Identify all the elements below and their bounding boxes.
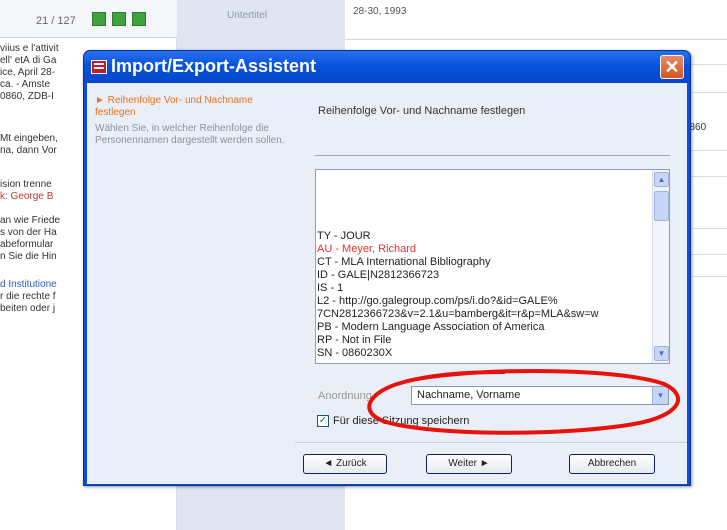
app-icon	[91, 60, 107, 74]
dialog-titlebar[interactable]: Import/Export-Assistent ✕	[84, 51, 690, 83]
save-for-session-checkbox[interactable]: ✓ Für diese Sitzung speichern	[317, 415, 470, 428]
save-for-session-label: Für diese Sitzung speichern	[333, 415, 470, 427]
preview-line: TY - JOUR	[317, 230, 371, 242]
page-heading: Reihenfolge Vor- und Nachname festlegen	[318, 105, 526, 117]
previous-page-icon[interactable]	[112, 12, 126, 26]
scroll-thumb[interactable]	[654, 191, 669, 221]
checkbox-check-icon[interactable]: ✓	[317, 415, 329, 428]
back-button[interactable]: ◄ Zurück	[303, 454, 387, 474]
preview-line: ID - GALE|N2812366723	[317, 269, 440, 281]
divider	[315, 155, 670, 156]
date-field[interactable]: 28-30, 1993	[345, 0, 727, 40]
record-preview-textarea[interactable]: TY - JOUR AU - Meyer, Richard CT - MLA Int…	[315, 169, 670, 364]
record-count: 21 / 127	[36, 15, 76, 27]
preview-line: 7CN2812366723&v=2.1&u=bamberg&it=r&p=MLA…	[317, 308, 599, 320]
preview-line: RP - Not in File	[317, 334, 392, 346]
preview-line: IS - 1	[317, 282, 344, 294]
date-value: 28-30, 1993	[353, 6, 407, 17]
scroll-down-icon[interactable]: ▼	[654, 346, 669, 361]
wizard-steps-panel: ► Reihenfolge Vor- und Nachname festlege…	[87, 83, 292, 484]
order-label: Anordnung	[318, 390, 372, 402]
name-order-select[interactable]: Nachname, Vorname ▼	[411, 386, 669, 405]
close-icon[interactable]: ✕	[660, 55, 684, 79]
first-page-icon[interactable]	[92, 12, 106, 26]
next-page-icon[interactable]	[132, 12, 146, 26]
preview-lines: TY - JOUR AU - Meyer, Richard CT - MLA Int…	[317, 230, 647, 360]
preview-line: CT - MLA International Bibliography	[317, 256, 491, 268]
import-export-wizard-dialog: Import/Export-Assistent ✕ ► Reihenfolge …	[83, 50, 691, 486]
preview-line: PB - Modern Language Association of Amer…	[317, 321, 545, 333]
preview-line: SN - 0860230X	[317, 347, 393, 359]
wizard-content-panel: Reihenfolge Vor- und Nachname festlegen …	[295, 83, 687, 484]
dialog-body: ► Reihenfolge Vor- und Nachname festlege…	[87, 83, 687, 484]
preview-line: AU - Meyer, Richard	[317, 243, 417, 255]
name-order-value: Nachname, Vorname	[417, 389, 521, 401]
preview-line: L2 - http://go.galegroup.com/ps/i.do?&id…	[317, 295, 558, 307]
step-description: Wählen Sie, in welcher Reihenfolge die P…	[95, 123, 285, 146]
preview-scrollbar[interactable]: ▲ ▼	[652, 170, 669, 363]
next-button[interactable]: Weiter ►	[426, 454, 512, 474]
cancel-button[interactable]: Abbrechen	[569, 454, 655, 474]
subtitle-label: Untertitel	[227, 10, 268, 21]
dropdown-arrow-icon[interactable]: ▼	[652, 387, 668, 404]
record-pager: 21 / 127	[0, 0, 177, 38]
scroll-up-icon[interactable]: ▲	[654, 172, 669, 187]
dialog-button-bar: ◄ Zurück Weiter ► Abbrechen	[295, 442, 687, 484]
dialog-title: Import/Export-Assistent	[111, 56, 317, 76]
current-step: ► Reihenfolge Vor- und Nachname festlege…	[95, 95, 253, 118]
